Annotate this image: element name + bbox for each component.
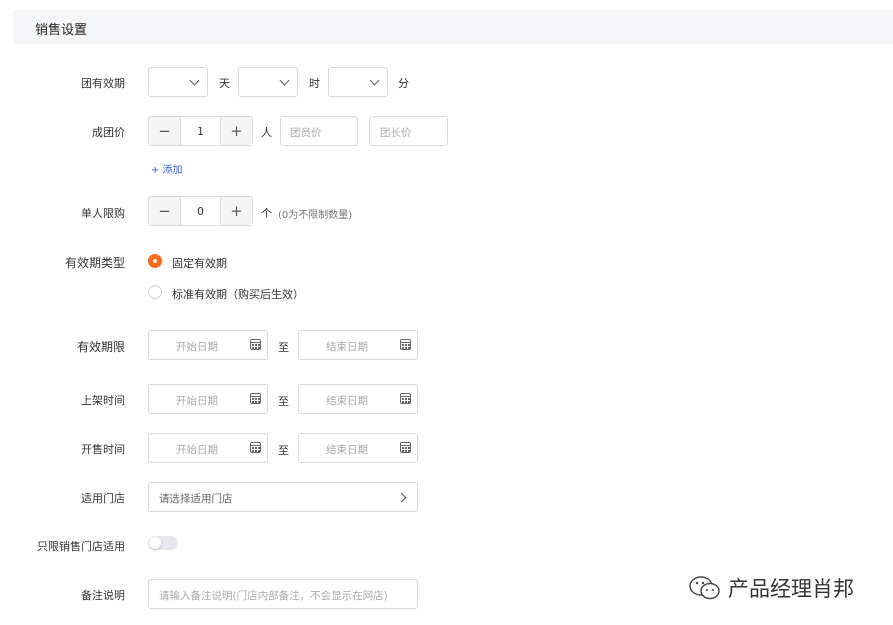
watermark: 产品经理肖邦	[688, 573, 854, 603]
fixed-validity-label[interactable]: 固定有效期	[172, 255, 227, 271]
standard-validity-label[interactable]: 标准有效期（购买后生效）	[172, 286, 304, 302]
fixed-validity-radio[interactable]	[148, 254, 162, 268]
sale-start-date[interactable]: 开始日期	[148, 433, 268, 463]
group-validity-label: 团有效期	[81, 75, 125, 91]
leader-price-input[interactable]: 团长价	[369, 116, 448, 146]
minute-unit: 分	[398, 75, 409, 91]
calendar-icon	[400, 393, 411, 404]
minute-select[interactable]	[328, 67, 388, 97]
decrement-button[interactable]: −	[149, 117, 180, 145]
chevron-right-icon	[397, 493, 407, 503]
group-size-value[interactable]: 1	[180, 117, 221, 145]
sale-time-label: 开售时间	[81, 441, 125, 457]
calendar-icon	[250, 393, 261, 404]
start-date-placeholder: 开始日期	[149, 442, 245, 457]
listing-start-date[interactable]: 开始日期	[148, 384, 268, 414]
date-range-separator: 至	[278, 339, 289, 355]
stores-label: 适用门店	[81, 490, 125, 506]
member-price-placeholder: 团员价	[290, 125, 322, 140]
sale-end-date[interactable]: 结束日期	[298, 433, 418, 463]
chevron-down-icon	[280, 76, 290, 86]
start-date-placeholder: 开始日期	[149, 339, 245, 354]
leader-price-placeholder: 团长价	[380, 125, 412, 140]
purchase-limit-label: 单人限购	[81, 205, 125, 221]
standard-validity-radio[interactable]	[148, 285, 162, 299]
group-size-unit: 人	[261, 124, 272, 140]
validity-type-label: 有效期类型	[65, 254, 125, 271]
validity-period-label: 有效期限	[77, 338, 125, 355]
end-date-placeholder: 结束日期	[299, 339, 395, 354]
day-select[interactable]	[148, 67, 208, 97]
remarks-input[interactable]: 请输入备注说明(门店内部备注，不会显示在网店)	[148, 579, 418, 609]
decrement-button[interactable]: −	[149, 197, 180, 225]
store-selector-placeholder: 请选择适用门店	[159, 491, 233, 506]
chevron-down-icon	[190, 76, 200, 86]
purchase-limit-value[interactable]: 0	[180, 197, 221, 225]
wechat-icon	[688, 575, 722, 601]
listing-time-label: 上架时间	[81, 392, 125, 408]
section-title: 销售设置	[35, 19, 87, 38]
end-date-placeholder: 结束日期	[299, 393, 395, 408]
listing-end-date[interactable]: 结束日期	[298, 384, 418, 414]
store-selector[interactable]: 请选择适用门店	[148, 482, 418, 512]
purchase-limit-stepper: − 0 +	[148, 196, 253, 226]
sales-store-only-label: 只限销售门店适用	[37, 538, 125, 554]
purchase-limit-unit: 个	[261, 205, 272, 221]
remarks-label: 备注说明	[81, 587, 125, 603]
section-header: 销售设置	[13, 10, 893, 44]
purchase-limit-hint: (0为不限制数量)	[278, 206, 352, 221]
group-price-label: 成团价	[92, 124, 125, 140]
hour-select[interactable]	[238, 67, 298, 97]
date-range-separator: 至	[278, 442, 289, 458]
calendar-icon	[250, 339, 261, 350]
calendar-icon	[400, 339, 411, 350]
calendar-icon	[250, 442, 261, 453]
calendar-icon	[400, 442, 411, 453]
group-size-stepper: − 1 +	[148, 116, 253, 146]
chevron-down-icon	[370, 76, 380, 86]
member-price-input[interactable]: 团员价	[280, 116, 358, 146]
day-unit: 天	[219, 75, 230, 91]
end-date-placeholder: 结束日期	[299, 442, 395, 457]
increment-button[interactable]: +	[221, 197, 252, 225]
add-price-tier-link[interactable]: + 添加	[151, 161, 183, 176]
remarks-placeholder: 请输入备注说明(门店内部备注，不会显示在网店)	[159, 588, 388, 603]
increment-button[interactable]: +	[221, 117, 252, 145]
hour-unit: 时	[309, 75, 320, 91]
validity-end-date[interactable]: 结束日期	[298, 330, 418, 360]
start-date-placeholder: 开始日期	[149, 393, 245, 408]
validity-start-date[interactable]: 开始日期	[148, 330, 268, 360]
sales-store-only-toggle[interactable]	[148, 536, 178, 550]
watermark-text: 产品经理肖邦	[728, 573, 854, 603]
date-range-separator: 至	[278, 393, 289, 409]
